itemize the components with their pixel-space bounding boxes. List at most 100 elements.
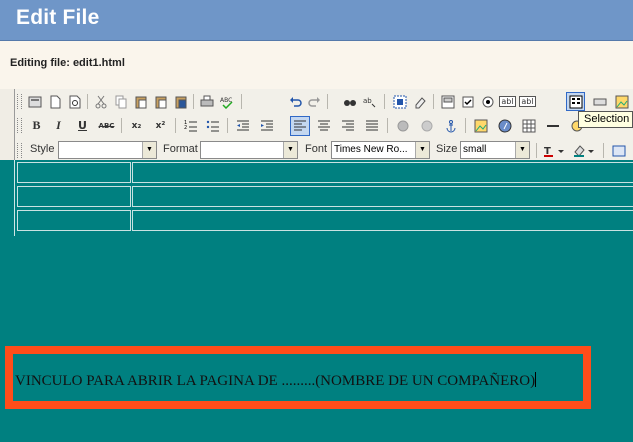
justify-icon[interactable] [362, 116, 381, 135]
size-label: Size [436, 143, 458, 155]
chevron-down-icon[interactable]: ▼ [415, 142, 429, 158]
toolbar-separator [227, 118, 228, 133]
text-field-icon[interactable]: abl [498, 92, 517, 111]
numbered-list-icon[interactable]: 12 [181, 116, 200, 135]
toolbar-separator [433, 94, 434, 109]
text-color-icon[interactable]: T [542, 141, 566, 160]
font-select-value: Times New Ro... [334, 144, 408, 155]
checkbox-icon[interactable] [458, 92, 477, 111]
table-cell[interactable] [132, 162, 633, 183]
font-label: Font [305, 143, 328, 155]
tooltip-text: Selection [584, 113, 630, 125]
align-left-icon[interactable] [290, 116, 310, 136]
table-cell[interactable] [132, 210, 633, 231]
align-right-icon[interactable] [338, 116, 357, 135]
italic-button[interactable]: I [49, 116, 68, 135]
background-color-icon[interactable] [572, 141, 596, 160]
show-blocks-icon[interactable] [609, 141, 628, 160]
horizontal-rule-icon[interactable] [543, 116, 562, 135]
table-cell[interactable] [132, 186, 633, 207]
table-row [15, 162, 633, 184]
link-icon[interactable] [393, 116, 412, 135]
toolbar-separator [193, 94, 194, 109]
table-row [15, 210, 633, 232]
selection-field-icon[interactable] [566, 92, 585, 111]
spell-check-icon[interactable]: ABC [217, 92, 236, 111]
bold-button[interactable]: B [27, 116, 46, 135]
align-center-icon[interactable] [314, 116, 333, 135]
select-all-icon[interactable] [390, 92, 409, 111]
toolbar-separator [121, 118, 122, 133]
toolbar-grip[interactable] [17, 143, 22, 158]
document-text[interactable]: VINCULO PARA ABRIR LA PAGINA DE ........… [15, 373, 535, 389]
svg-text:ab: ab [363, 97, 372, 105]
underline-button[interactable]: U [73, 116, 92, 135]
toolbar-separator [465, 118, 466, 133]
paste-text-icon[interactable] [151, 92, 170, 111]
size-select[interactable]: small ▼ [460, 141, 530, 159]
superscript-button[interactable]: x² [151, 116, 170, 135]
bulleted-list-icon[interactable] [203, 116, 222, 135]
paste-word-icon[interactable] [171, 92, 190, 111]
redo-icon[interactable] [305, 92, 324, 111]
toolbar-separator [175, 118, 176, 133]
chevron-down-icon[interactable]: ▼ [515, 142, 529, 158]
paste-icon[interactable] [131, 92, 150, 111]
subscript-button[interactable]: x₂ [127, 116, 146, 135]
window-title: Edit File [16, 6, 100, 29]
toolbar-separator [387, 118, 388, 133]
textarea-icon[interactable]: abl [518, 92, 537, 111]
table-row [15, 186, 633, 208]
chevron-down-icon[interactable]: ▼ [142, 142, 156, 158]
table-cell[interactable] [17, 162, 131, 183]
copy-icon[interactable] [111, 92, 130, 111]
toolbar-separator [241, 94, 242, 109]
selection-tooltip: Selection [578, 111, 633, 128]
toolbar-separator [384, 94, 385, 109]
source-icon[interactable] [25, 92, 44, 111]
form-icon[interactable] [438, 92, 457, 111]
toolbar-row-1: ABC ab abl abl [15, 90, 633, 113]
undo-icon[interactable] [285, 92, 304, 111]
format-label: Format [163, 143, 198, 155]
text-caret [535, 372, 537, 387]
replace-icon[interactable]: ab [360, 92, 379, 111]
svg-text:2: 2 [184, 125, 187, 131]
info-bar: Editing file: edit1.html [0, 41, 633, 89]
toolbar-row-3: Style ▼ Format ▼ Font Times New Ro... ▼ … [15, 139, 633, 162]
image-icon[interactable] [471, 116, 490, 135]
toolbar-separator [327, 94, 328, 109]
flash-icon[interactable] [495, 116, 514, 135]
toolbar-separator [87, 94, 88, 109]
toolbar-grip[interactable] [17, 118, 22, 133]
remove-format-icon[interactable] [410, 92, 429, 111]
style-label: Style [30, 143, 55, 155]
print-icon[interactable] [197, 92, 216, 111]
strikethrough-button[interactable]: ABC [97, 116, 116, 135]
document-text-line[interactable]: VINCULO PARA ABRIR LA PAGINA DE ........… [15, 372, 537, 390]
new-page-icon[interactable] [45, 92, 64, 111]
table-cell[interactable] [17, 186, 131, 207]
unlink-icon[interactable] [417, 116, 436, 135]
toolbar-separator [603, 143, 604, 158]
preview-icon[interactable] [65, 92, 84, 111]
radio-icon[interactable] [478, 92, 497, 111]
font-select[interactable]: Times New Ro... ▼ [331, 141, 430, 159]
style-select[interactable]: ▼ [58, 141, 157, 159]
button-icon[interactable] [590, 92, 609, 111]
anchor-icon[interactable] [441, 116, 460, 135]
table-cell[interactable] [17, 210, 131, 231]
size-select-value: small [463, 144, 487, 155]
image-button-icon[interactable] [612, 92, 631, 111]
find-icon[interactable] [340, 92, 359, 111]
increase-indent-icon[interactable] [257, 116, 276, 135]
document-table[interactable] [14, 160, 633, 236]
chevron-down-icon[interactable]: ▼ [283, 142, 297, 158]
cut-icon[interactable] [91, 92, 110, 111]
document-area[interactable]: VINCULO PARA ABRIR LA PAGINA DE ........… [0, 160, 633, 442]
toolbar-grip[interactable] [17, 94, 22, 109]
format-select[interactable]: ▼ [200, 141, 298, 159]
decrease-indent-icon[interactable] [233, 116, 252, 135]
toolbar-row-2: B I U ABC x₂ x² 12 [15, 114, 633, 137]
table-icon[interactable] [519, 116, 538, 135]
